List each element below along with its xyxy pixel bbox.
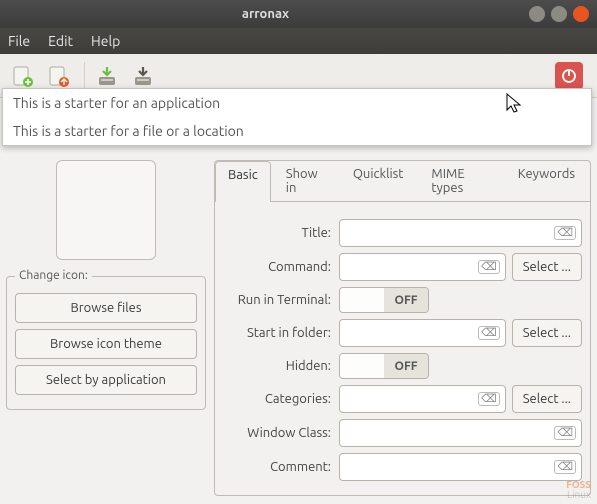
title-input[interactable] xyxy=(339,219,582,247)
clear-icon[interactable]: ⌫ xyxy=(554,460,576,474)
dropdown-item-application[interactable]: This is a starter for an application xyxy=(3,89,591,117)
toggle-off-label: OFF xyxy=(384,288,428,312)
hidden-toggle[interactable]: OFF xyxy=(339,353,429,379)
tab-showin[interactable]: Show in xyxy=(273,160,338,201)
details-panel: Basic Show in Quicklist MIME types Keywo… xyxy=(214,160,591,496)
command-label: Command: xyxy=(223,260,339,274)
new-launcher-button[interactable] xyxy=(6,60,38,92)
clear-icon[interactable]: ⌫ xyxy=(554,226,576,240)
tab-quicklist[interactable]: Quicklist xyxy=(340,160,417,201)
comment-input[interactable] xyxy=(339,453,582,481)
change-icon-legend: Change icon: xyxy=(15,269,92,282)
change-icon-group: Change icon: Browse files Browse icon th… xyxy=(6,276,206,410)
startfolder-select-button[interactable]: Select ... xyxy=(512,319,582,347)
categories-label: Categories: xyxy=(223,392,339,406)
menu-help[interactable]: Help xyxy=(91,33,120,49)
command-select-button[interactable]: Select ... xyxy=(512,253,582,281)
launcher-type-dropdown: This is a starter for an application Thi… xyxy=(2,88,592,146)
minimize-button[interactable] xyxy=(529,6,545,22)
toolbar-separator xyxy=(84,62,85,90)
menu-edit[interactable]: Edit xyxy=(48,33,73,49)
tab-basic[interactable]: Basic xyxy=(215,161,271,202)
quit-button[interactable] xyxy=(555,62,583,90)
title-label: Title: xyxy=(223,226,339,240)
select-by-application-button[interactable]: Select by application xyxy=(15,365,197,395)
close-button[interactable] xyxy=(573,6,589,22)
watermark: FOSSLinux xyxy=(566,480,591,500)
startfolder-label: Start in folder: xyxy=(223,326,339,340)
browse-files-button[interactable]: Browse files xyxy=(15,293,197,323)
maximize-button[interactable] xyxy=(551,6,567,22)
toggle-off-label: OFF xyxy=(384,354,428,378)
categories-select-button[interactable]: Select ... xyxy=(512,385,582,413)
tab-mime[interactable]: MIME types xyxy=(418,160,502,201)
clear-icon[interactable]: ⌫ xyxy=(554,426,576,440)
dropdown-item-file[interactable]: This is a starter for a file or a locati… xyxy=(3,117,591,145)
save-button[interactable] xyxy=(91,60,123,92)
tab-keywords[interactable]: Keywords xyxy=(505,160,588,201)
open-launcher-button[interactable] xyxy=(42,60,74,92)
windowclass-input[interactable] xyxy=(339,419,582,447)
window-title: arronax xyxy=(8,7,523,21)
tab-strip: Basic Show in Quicklist MIME types Keywo… xyxy=(215,160,590,202)
windowclass-label: Window Class: xyxy=(223,426,339,440)
clear-icon[interactable]: ⌫ xyxy=(478,260,500,274)
terminal-label: Run in Terminal: xyxy=(223,293,339,307)
terminal-toggle[interactable]: OFF xyxy=(339,287,429,313)
menubar: File Edit Help xyxy=(0,28,597,54)
clear-icon[interactable]: ⌫ xyxy=(478,326,500,340)
titlebar: arronax xyxy=(0,0,597,28)
clear-icon[interactable]: ⌫ xyxy=(478,392,500,406)
hidden-label: Hidden: xyxy=(223,359,339,373)
icon-preview[interactable] xyxy=(56,160,156,260)
menu-file[interactable]: File xyxy=(8,33,30,49)
save-as-button[interactable] xyxy=(127,60,159,92)
browse-theme-button[interactable]: Browse icon theme xyxy=(15,329,197,359)
comment-label: Comment: xyxy=(223,460,339,474)
